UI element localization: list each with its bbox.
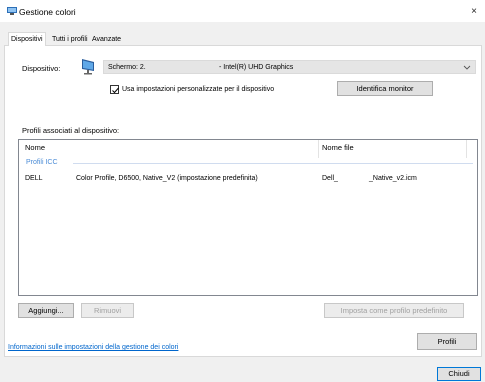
profile-filename: _Native_v2.icm <box>369 175 417 182</box>
column-divider <box>466 140 467 158</box>
remove-profile-button[interactable]: Rimuovi <box>81 303 134 318</box>
chevron-down-icon <box>463 63 471 71</box>
column-header-filename[interactable]: Nome file <box>322 143 354 152</box>
profiles-list[interactable]: Nome Nome file Profili ICC DELL Color Pr… <box>18 139 478 296</box>
device-adapter-text: - Intel(R) UHD Graphics <box>219 64 294 71</box>
close-button[interactable]: Chiudi <box>437 367 481 381</box>
color-management-info-link[interactable]: Informazioni sulle impostazioni della ge… <box>8 344 178 351</box>
device-screen-text: Schermo: 2. <box>108 64 146 71</box>
tab-tutti-i-profili[interactable]: Tutti i profili <box>50 34 90 45</box>
tab-avanzate[interactable]: Avanzate <box>90 34 123 45</box>
group-divider <box>73 163 473 164</box>
add-profile-button[interactable]: Aggiungi... <box>18 303 74 318</box>
group-header-icc: Profili ICC <box>26 159 58 166</box>
table-row[interactable]: DELL Color Profile, D6500, Native_V2 (im… <box>19 172 477 185</box>
profiles-button[interactable]: Profili <box>417 333 477 350</box>
identify-monitor-button[interactable]: Identifica monitor <box>337 81 433 96</box>
window-title: Gestione colori <box>19 7 76 17</box>
profile-name-prefix: DELL <box>25 175 43 182</box>
dialog-footer <box>0 358 485 382</box>
device-select[interactable]: Schermo: 2. - Intel(R) UHD Graphics <box>103 60 476 74</box>
set-default-profile-button[interactable]: Imposta come profilo predefinito <box>324 303 464 318</box>
monitor-icon <box>81 57 99 75</box>
profile-name: Color Profile, D6500, Native_V2 (imposta… <box>76 175 258 182</box>
custom-settings-checkbox[interactable] <box>110 85 119 94</box>
color-management-icon <box>7 7 17 15</box>
column-header-name[interactable]: Nome <box>25 143 45 152</box>
custom-settings-label: Usa impostazioni personalizzate per il d… <box>122 86 275 93</box>
profile-filename-prefix: Dell_ <box>322 175 338 182</box>
tab-dispositivi[interactable]: Dispositivi <box>8 32 46 46</box>
associated-profiles-label: Profili associati al dispositivo: <box>22 126 120 135</box>
close-window-button[interactable]: × <box>467 6 481 18</box>
column-divider <box>318 140 319 158</box>
device-label: Dispositivo: <box>22 64 61 73</box>
